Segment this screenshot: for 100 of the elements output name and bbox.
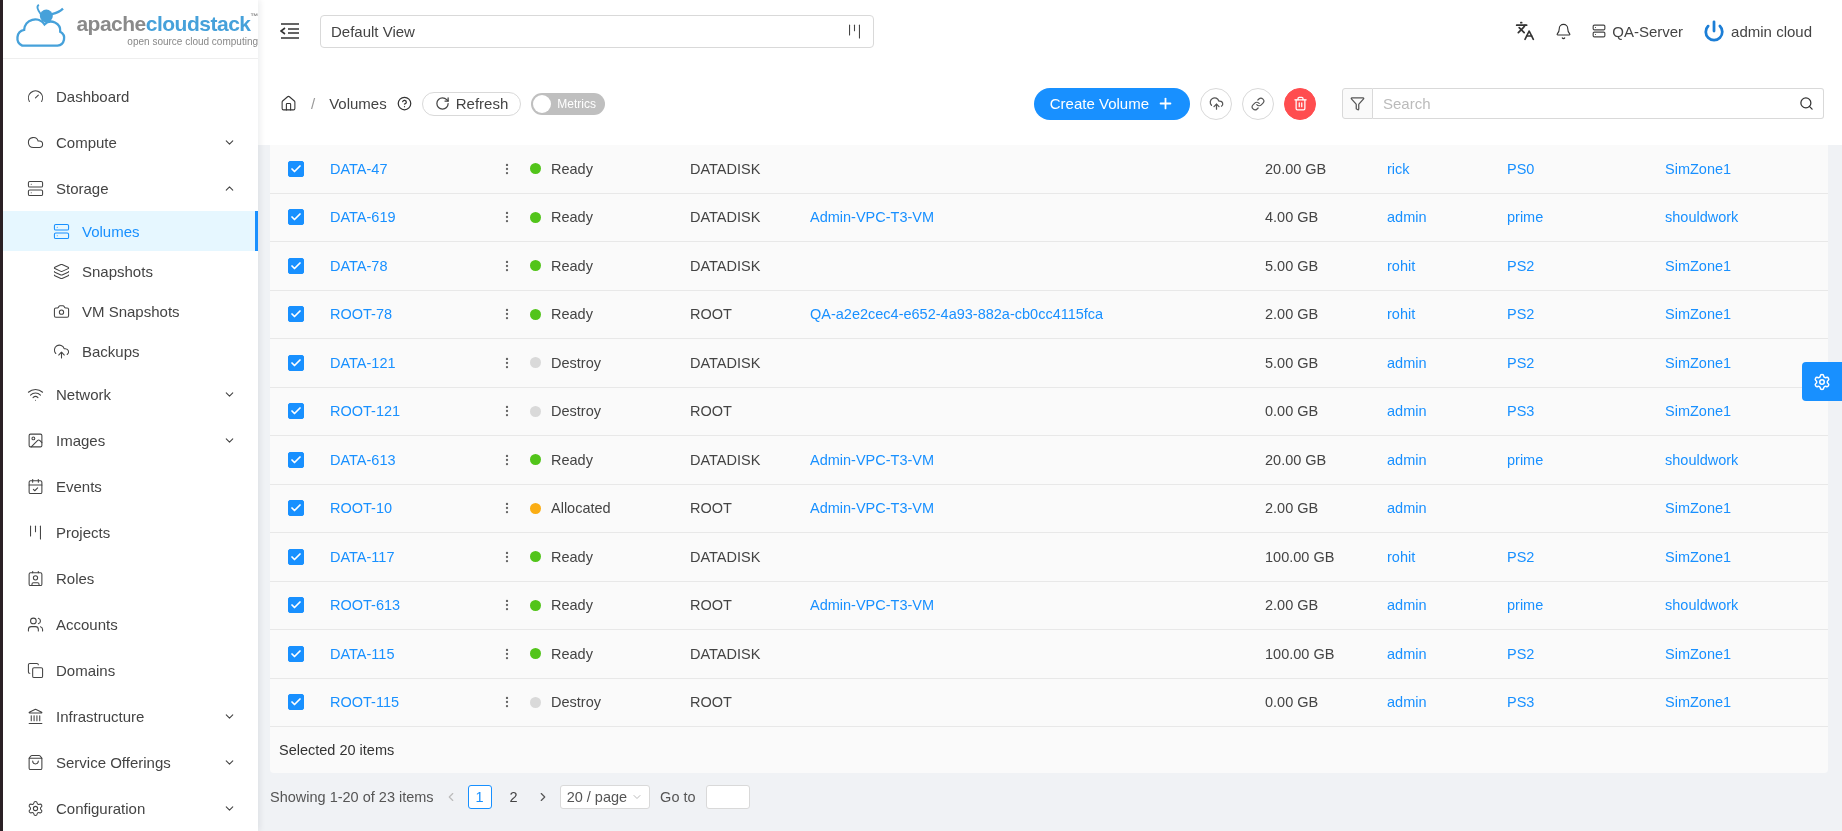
vm-link[interactable]: Admin-VPC-T3-VM <box>810 597 935 614</box>
zone-link[interactable]: SimZone1 <box>1665 257 1732 274</box>
vm-link[interactable]: Admin-VPC-T3-VM <box>810 451 935 468</box>
sidebar-item[interactable]: Storage <box>3 165 258 211</box>
sidebar-item[interactable]: Dashboard <box>3 73 258 119</box>
account-link[interactable]: rohit <box>1387 257 1416 274</box>
zone-link[interactable]: SimZone1 <box>1665 500 1732 517</box>
volume-name-link[interactable]: DATA-121 <box>330 354 396 371</box>
refresh-button[interactable]: Refresh <box>421 91 522 116</box>
zone-link[interactable]: SimZone1 <box>1665 645 1732 662</box>
zone-link[interactable]: SimZone1 <box>1665 160 1732 177</box>
row-checkbox[interactable] <box>288 160 304 177</box>
storage-link[interactable]: prime <box>1507 451 1544 468</box>
delete-button[interactable] <box>1284 87 1316 120</box>
sidebar-item[interactable]: Service Offerings <box>3 739 258 785</box>
account-link[interactable]: admin <box>1387 597 1427 614</box>
account-link[interactable]: rick <box>1387 160 1410 177</box>
bell-icon[interactable] <box>1555 22 1573 40</box>
vm-link[interactable]: Admin-VPC-T3-VM <box>810 209 935 226</box>
sidebar-item[interactable]: Snapshots <box>3 251 258 291</box>
account-link[interactable]: admin <box>1387 354 1427 371</box>
upload-button[interactable] <box>1200 87 1232 120</box>
vm-link[interactable]: QA-a2e2cec4-e652-4a93-882a-cb0cc4115fca <box>810 306 1104 323</box>
storage-link[interactable]: PS2 <box>1507 257 1535 274</box>
account-link[interactable]: admin <box>1387 500 1427 517</box>
filter-button[interactable] <box>1342 88 1373 119</box>
row-checkbox[interactable] <box>288 694 304 711</box>
sidebar-item[interactable]: Compute <box>3 119 258 165</box>
volume-name-link[interactable]: ROOT-121 <box>330 403 401 420</box>
create-volume-button[interactable]: Create Volume <box>1033 87 1190 120</box>
account-link[interactable]: admin <box>1387 645 1427 662</box>
volume-name-link[interactable]: DATA-613 <box>330 451 396 468</box>
zone-link[interactable]: shouldwork <box>1665 209 1739 226</box>
storage-link[interactable]: prime <box>1507 209 1544 226</box>
page-button[interactable]: 1 <box>467 785 492 809</box>
row-checkbox[interactable] <box>288 403 304 420</box>
sidebar-item[interactable]: Domains <box>3 647 258 693</box>
storage-link[interactable]: PS2 <box>1507 548 1535 565</box>
account-link[interactable]: admin <box>1387 694 1427 711</box>
zone-link[interactable]: SimZone1 <box>1665 694 1732 711</box>
page-size-select[interactable]: 20 / page <box>559 785 651 809</box>
sidebar-item[interactable]: Projects <box>3 509 258 555</box>
row-checkbox[interactable] <box>288 257 304 274</box>
storage-link[interactable]: PS2 <box>1507 306 1535 323</box>
storage-link[interactable]: PS2 <box>1507 645 1535 662</box>
volume-name-link[interactable]: ROOT-613 <box>330 597 401 614</box>
volume-name-link[interactable]: ROOT-78 <box>330 306 393 323</box>
row-checkbox[interactable] <box>288 354 304 371</box>
storage-link[interactable]: PS3 <box>1507 694 1535 711</box>
sidebar-item[interactable]: Configuration <box>3 785 258 831</box>
volume-name-link[interactable]: DATA-117 <box>330 548 395 565</box>
sidebar-item[interactable]: Accounts <box>3 601 258 647</box>
zone-link[interactable]: SimZone1 <box>1665 354 1732 371</box>
row-checkbox[interactable] <box>288 451 304 468</box>
metrics-toggle[interactable]: Metrics <box>531 92 606 115</box>
row-checkbox[interactable] <box>288 500 304 517</box>
settings-button[interactable] <box>1802 362 1842 401</box>
vm-link[interactable]: Admin-VPC-T3-VM <box>810 500 935 517</box>
sidebar-item[interactable]: Volumes <box>3 211 258 251</box>
volume-name-link[interactable]: DATA-47 <box>330 160 388 177</box>
account-link[interactable]: admin <box>1387 209 1427 226</box>
sidebar-item[interactable]: Events <box>3 463 258 509</box>
zone-link[interactable]: SimZone1 <box>1665 403 1732 420</box>
sidebar-item[interactable]: Images <box>3 417 258 463</box>
search-icon[interactable] <box>1799 96 1814 111</box>
zone-link[interactable]: shouldwork <box>1665 451 1739 468</box>
menu-fold-icon[interactable] <box>280 23 300 39</box>
server-menu[interactable]: QA-Server <box>1592 22 1684 40</box>
volume-name-link[interactable]: ROOT-115 <box>330 694 400 711</box>
sidebar-item[interactable]: VM Snapshots <box>3 291 258 331</box>
storage-link[interactable]: PS2 <box>1507 354 1535 371</box>
page-button[interactable]: 2 <box>501 785 526 809</box>
goto-field[interactable] <box>705 785 750 809</box>
storage-link[interactable]: PS0 <box>1507 160 1535 177</box>
row-checkbox[interactable] <box>288 209 304 226</box>
sidebar-item[interactable]: Network <box>3 371 258 417</box>
account-link[interactable]: rohit <box>1387 306 1416 323</box>
storage-link[interactable]: PS3 <box>1507 403 1535 420</box>
row-checkbox[interactable] <box>288 645 304 662</box>
row-checkbox[interactable] <box>288 306 304 323</box>
volume-name-link[interactable]: ROOT-10 <box>330 500 393 517</box>
row-checkbox[interactable] <box>288 548 304 565</box>
search-field[interactable]: Search <box>1373 88 1824 119</box>
account-link[interactable]: rohit <box>1387 548 1416 565</box>
zone-link[interactable]: SimZone1 <box>1665 548 1732 565</box>
volume-name-link[interactable]: DATA-78 <box>330 257 388 274</box>
row-checkbox[interactable] <box>288 597 304 614</box>
zone-link[interactable]: shouldwork <box>1665 597 1739 614</box>
user-menu[interactable]: admin cloud <box>1703 20 1812 42</box>
link-button[interactable] <box>1242 87 1274 120</box>
translate-icon[interactable] <box>1515 21 1536 41</box>
home-icon[interactable] <box>280 95 297 112</box>
sidebar-item[interactable]: Infrastructure <box>3 693 258 739</box>
storage-link[interactable]: prime <box>1507 597 1544 614</box>
sidebar-item[interactable]: Roles <box>3 555 258 601</box>
account-link[interactable]: admin <box>1387 403 1427 420</box>
volume-name-link[interactable]: DATA-115 <box>330 645 395 662</box>
view-select[interactable]: Default View <box>320 14 874 48</box>
volume-name-link[interactable]: DATA-619 <box>330 209 396 226</box>
zone-link[interactable]: SimZone1 <box>1665 306 1732 323</box>
